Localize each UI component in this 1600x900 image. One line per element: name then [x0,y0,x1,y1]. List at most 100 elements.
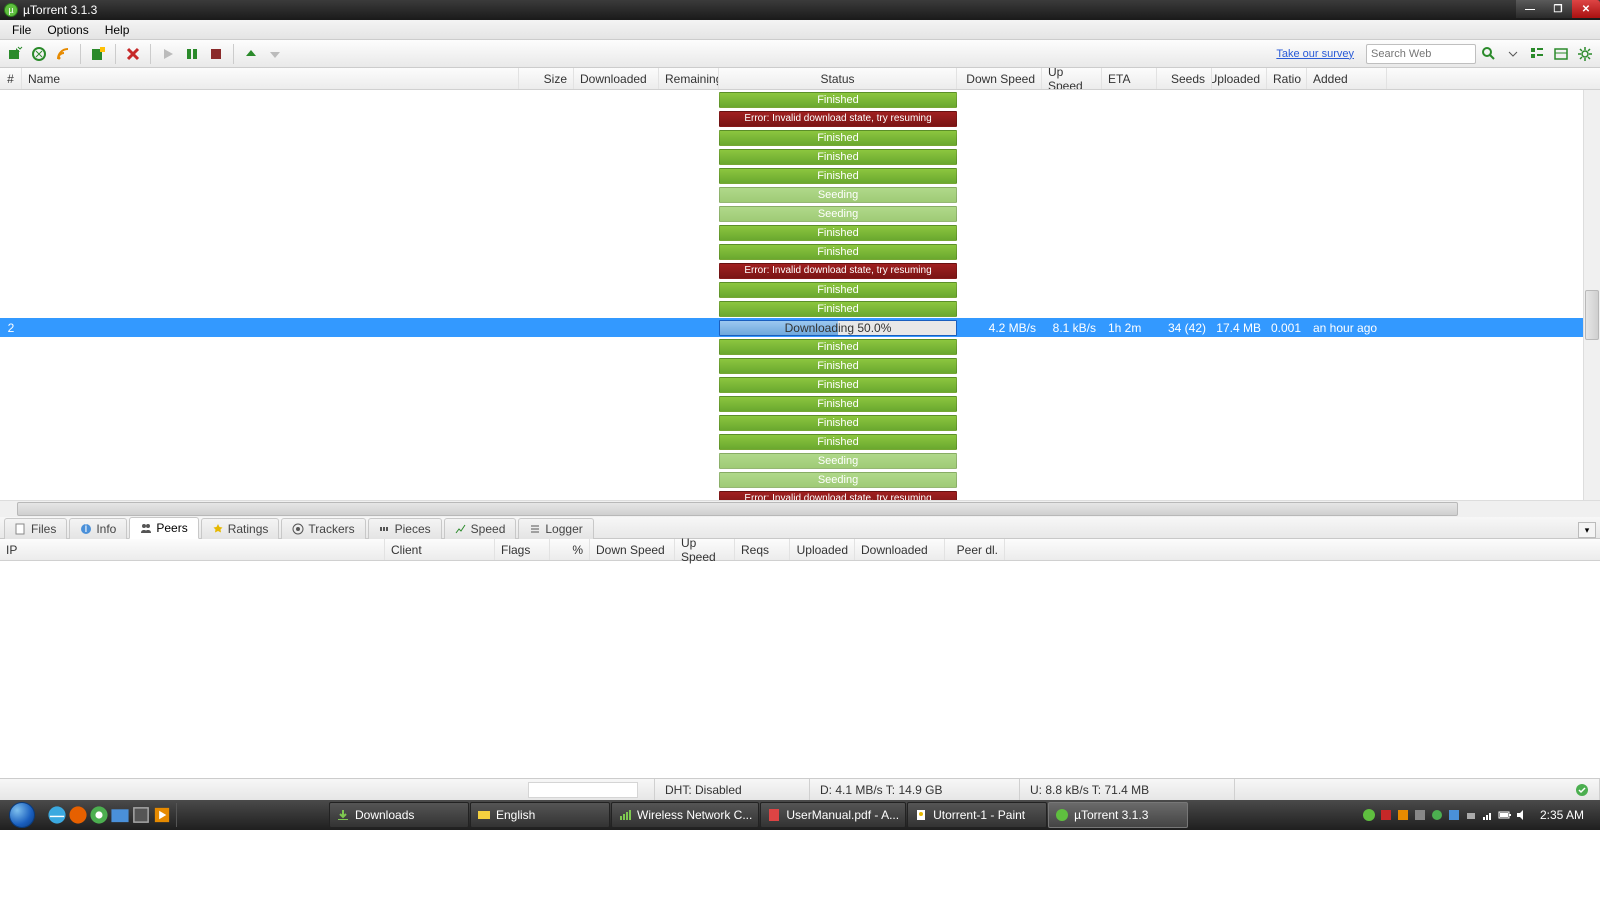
tab-files[interactable]: Files [4,518,67,539]
add-url-button[interactable] [28,43,50,65]
torrent-row[interactable]: Finished [0,280,1600,299]
col-added[interactable]: Added [1307,68,1387,89]
statusbar-dropzone[interactable] [528,782,638,798]
col-seeds[interactable]: Seeds [1157,68,1212,89]
peercol-downloaded[interactable]: Downloaded [855,539,945,560]
peercol-reqs[interactable]: Reqs [735,539,790,560]
move-down-button[interactable] [264,43,286,65]
col-upspeed[interactable]: Up Speed [1042,68,1102,89]
col-num[interactable]: # [0,68,22,89]
tray-icon[interactable] [1379,808,1393,822]
torrent-row[interactable]: Seeding [0,204,1600,223]
status-upload[interactable]: U: 8.8 kB/s T: 71.4 MB [1020,779,1235,800]
tray-utorrent-icon[interactable] [1362,808,1376,822]
col-name[interactable]: Name [22,68,519,89]
col-status[interactable]: Status [719,68,957,89]
expand-detail-button[interactable]: ▾ [1578,522,1596,538]
torrent-row[interactable]: Finished [0,432,1600,451]
task-english[interactable]: English [470,802,610,828]
torrent-row[interactable]: Finished [0,166,1600,185]
task-usermanual[interactable]: UserManual.pdf - A... [760,802,906,828]
torrent-row[interactable]: Error: Invalid download state, try resum… [0,489,1600,500]
col-downloaded[interactable]: Downloaded [574,68,659,89]
tray-icon[interactable] [1413,808,1427,822]
status-download[interactable]: D: 4.1 MB/s T: 14.9 GB [810,779,1020,800]
peercol-uploaded[interactable]: Uploaded [790,539,855,560]
search-button[interactable] [1478,43,1500,65]
task-wireless[interactable]: Wireless Network C... [611,802,759,828]
torrent-row[interactable]: 2Downloading 50.0%4.2 MB/s8.1 kB/s1h 2m3… [0,318,1600,337]
survey-link[interactable]: Take our survey [1276,48,1354,60]
remove-button[interactable] [122,43,144,65]
chrome-icon[interactable] [89,803,109,827]
vertical-scrollbar[interactable] [1583,90,1600,500]
col-remaining[interactable]: Remaining [659,68,719,89]
preferences-button[interactable] [1574,43,1596,65]
torrent-row[interactable]: Finished [0,90,1600,109]
torrent-list[interactable]: FinishedError: Invalid download state, t… [0,90,1600,500]
window-close-button[interactable]: ✕ [1572,0,1600,18]
tray-icon[interactable] [1464,808,1478,822]
torrent-row[interactable]: Finished [0,299,1600,318]
create-torrent-button[interactable] [87,43,109,65]
window-minimize-button[interactable]: — [1516,0,1544,18]
torrent-row[interactable]: Seeding [0,470,1600,489]
torrent-row[interactable]: Finished [0,375,1600,394]
torrent-row[interactable]: Finished [0,242,1600,261]
move-up-button[interactable] [240,43,262,65]
torrent-row[interactable]: Error: Invalid download state, try resum… [0,109,1600,128]
tray-icon[interactable] [1447,808,1461,822]
peercol-down[interactable]: Down Speed [590,539,675,560]
peercol-up[interactable]: Up Speed [675,539,735,560]
peercol-ip[interactable]: IP [0,539,385,560]
col-eta[interactable]: ETA [1102,68,1157,89]
pause-button[interactable] [181,43,203,65]
start-button[interactable] [157,43,179,65]
add-torrent-button[interactable] [4,43,26,65]
peercol-peerdl[interactable]: Peer dl. [945,539,1005,560]
media-player-icon[interactable] [152,803,172,827]
torrent-row[interactable]: Finished [0,337,1600,356]
ie-icon[interactable] [47,803,67,827]
tray-volume-icon[interactable] [1515,808,1529,822]
explorer-icon[interactable] [110,803,130,827]
taskbar-clock[interactable]: 2:35 AM [1532,808,1592,822]
tab-info[interactable]: iInfo [69,518,127,539]
col-ratio[interactable]: Ratio [1267,68,1307,89]
torrent-row[interactable]: Finished [0,413,1600,432]
peer-list[interactable] [0,561,1600,778]
torrent-row[interactable]: Finished [0,147,1600,166]
search-dropdown-button[interactable] [1502,43,1524,65]
tab-logger[interactable]: Logger [518,518,593,539]
system-tray[interactable]: 2:35 AM [1356,808,1598,822]
torrent-row[interactable]: Finished [0,394,1600,413]
add-rss-button[interactable] [52,43,74,65]
menu-help[interactable]: Help [97,21,138,39]
col-uploaded[interactable]: Uploaded [1212,68,1267,89]
menu-options[interactable]: Options [39,21,96,39]
peercol-pct[interactable]: % [550,539,590,560]
tray-battery-icon[interactable] [1498,808,1512,822]
start-button[interactable] [2,801,42,829]
horizontal-scrollbar[interactable] [0,500,1600,517]
menu-file[interactable]: File [4,21,39,39]
torrent-row[interactable]: Finished [0,356,1600,375]
tab-trackers[interactable]: Trackers [281,518,365,539]
col-size[interactable]: Size [519,68,574,89]
stop-button[interactable] [205,43,227,65]
tab-peers[interactable]: Peers [129,517,198,539]
show-desktop-icon[interactable] [131,803,151,827]
tab-ratings[interactable]: Ratings [201,518,280,539]
tab-pieces[interactable]: Pieces [368,518,442,539]
detail-view-button[interactable] [1550,43,1572,65]
tab-speed[interactable]: Speed [444,518,517,539]
tray-icon[interactable] [1430,808,1444,822]
torrent-row[interactable]: Seeding [0,451,1600,470]
task-paint[interactable]: Utorrent-1 - Paint [907,802,1047,828]
tray-icon[interactable] [1396,808,1410,822]
task-utorrent[interactable]: µTorrent 3.1.3 [1048,802,1188,828]
peercol-client[interactable]: Client [385,539,495,560]
task-downloads[interactable]: Downloads [329,802,469,828]
status-dht[interactable]: DHT: Disabled [655,779,810,800]
window-maximize-button[interactable]: ❐ [1544,0,1572,18]
